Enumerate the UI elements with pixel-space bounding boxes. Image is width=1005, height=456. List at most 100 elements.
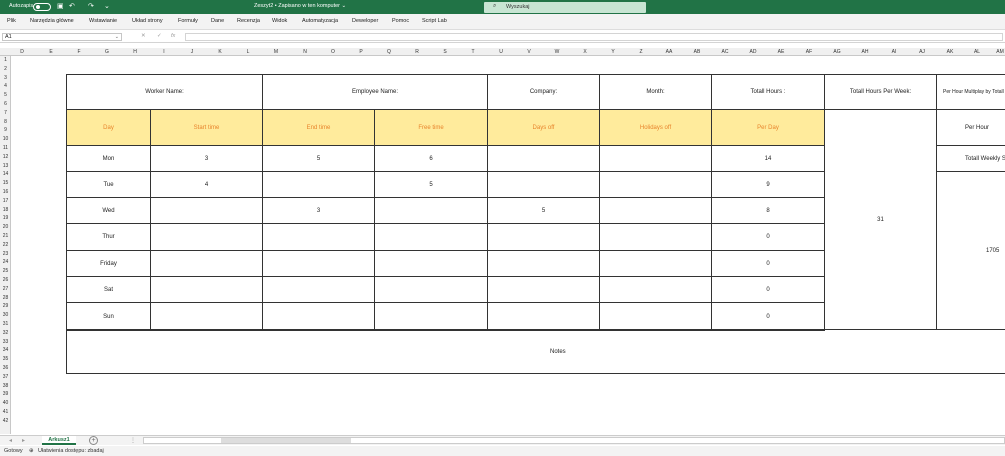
column-header[interactable]: AL <box>974 49 980 55</box>
cell-holidays[interactable] <box>599 197 712 224</box>
row-header[interactable]: 36 <box>0 365 11 371</box>
row-header[interactable]: 40 <box>0 400 11 406</box>
column-header[interactable]: P <box>359 49 362 55</box>
cell-free[interactable] <box>374 302 488 331</box>
cell-days-off[interactable] <box>487 223 600 251</box>
cell-per-day[interactable]: 8 <box>711 197 825 224</box>
menu-page-layout[interactable]: Układ strony <box>132 18 163 24</box>
cell-days-off[interactable] <box>487 145 600 172</box>
scrollbar-thumb[interactable] <box>221 438 351 443</box>
row-header[interactable]: 38 <box>0 383 11 389</box>
column-header[interactable]: U <box>499 49 503 55</box>
menu-view[interactable]: Widok <box>272 18 287 24</box>
cell-end[interactable] <box>262 171 375 198</box>
row-header[interactable]: 20 <box>0 224 11 230</box>
per-hour-multiply-cell[interactable]: Per Hour Multiplay by Totall <box>936 74 1005 110</box>
customize-toolbar-icon[interactable]: ⌄ <box>104 2 110 10</box>
row-header[interactable]: 42 <box>0 418 11 424</box>
save-icon[interactable]: ▣ <box>57 2 64 10</box>
enter-icon[interactable]: ✓ <box>157 33 162 39</box>
total-weekly-cell[interactable]: Totall Weekly S <box>936 145 1005 172</box>
column-header[interactable]: AM <box>996 49 1004 55</box>
cell-day[interactable]: Wed <box>66 197 151 224</box>
cell-end[interactable] <box>262 250 375 277</box>
weekly-sum-cell[interactable]: 1705 <box>936 171 1005 330</box>
menu-data[interactable]: Dane <box>211 18 224 24</box>
column-header[interactable]: AE <box>778 49 785 55</box>
row-header[interactable]: 3 <box>0 75 11 81</box>
row-header[interactable]: 25 <box>0 268 11 274</box>
row-header[interactable]: 35 <box>0 356 11 362</box>
cell-per-day[interactable]: 0 <box>711 250 825 277</box>
row-header[interactable]: 24 <box>0 259 11 265</box>
column-header[interactable]: N <box>303 49 307 55</box>
column-header[interactable]: I <box>163 49 164 55</box>
menu-help[interactable]: Pomoc <box>392 18 409 24</box>
cell-days-off[interactable] <box>487 302 600 331</box>
cell-per-day[interactable]: 9 <box>711 171 825 198</box>
row-header[interactable]: 1 <box>0 57 11 63</box>
column-header[interactable]: R <box>415 49 419 55</box>
cell-days-off[interactable] <box>487 171 600 198</box>
per-hour-cell[interactable]: Per Hour <box>936 109 1005 146</box>
cell-end[interactable] <box>262 276 375 303</box>
cell-free[interactable] <box>374 276 488 303</box>
company-cell[interactable]: Company: <box>487 74 600 110</box>
row-header[interactable]: 9 <box>0 127 11 133</box>
cell-days-off[interactable]: 5 <box>487 197 600 224</box>
row-header[interactable]: 31 <box>0 321 11 327</box>
cell-end[interactable]: 5 <box>262 145 375 172</box>
menu-insert[interactable]: Wstawianie <box>89 18 117 24</box>
cell-end[interactable] <box>262 223 375 251</box>
undo-icon[interactable]: ↶ <box>69 2 75 10</box>
row-header[interactable]: 21 <box>0 233 11 239</box>
menu-automate[interactable]: Automatyzacja <box>302 18 338 24</box>
total-hours-cell[interactable]: Totall Hours : <box>711 74 825 110</box>
row-header[interactable]: 28 <box>0 295 11 301</box>
cell-day[interactable]: Mon <box>66 145 151 172</box>
cell-day[interactable]: Sat <box>66 276 151 303</box>
search-box[interactable]: ⌕ Wyszukaj <box>484 2 646 13</box>
column-header[interactable]: E <box>49 49 52 55</box>
cell-holidays[interactable] <box>599 223 712 251</box>
cell-free[interactable] <box>374 223 488 251</box>
column-header[interactable]: H <box>133 49 137 55</box>
row-header[interactable]: 12 <box>0 154 11 160</box>
row-header[interactable]: 29 <box>0 303 11 309</box>
cell-per-day[interactable]: 14 <box>711 145 825 172</box>
cell-free[interactable]: 6 <box>374 145 488 172</box>
cancel-icon[interactable]: ✕ <box>141 33 146 39</box>
row-header[interactable]: 23 <box>0 251 11 257</box>
column-header[interactable]: S <box>443 49 446 55</box>
col-daysoff-header[interactable]: Days off <box>487 109 600 146</box>
formula-input[interactable] <box>185 33 1003 41</box>
row-header[interactable]: 2 <box>0 66 11 72</box>
column-header[interactable]: M <box>274 49 278 55</box>
scroll-left-icon[interactable]: ◂ <box>9 437 12 444</box>
col-free-header[interactable]: Free time <box>374 109 488 146</box>
row-header[interactable]: 11 <box>0 145 11 151</box>
menu-formulas[interactable]: Formuły <box>178 18 198 24</box>
row-header[interactable]: 39 <box>0 391 11 397</box>
cell-holidays[interactable] <box>599 276 712 303</box>
cell-day[interactable]: Friday <box>66 250 151 277</box>
row-header[interactable]: 33 <box>0 339 11 345</box>
redo-icon[interactable]: ↷ <box>88 2 94 10</box>
cell-end[interactable] <box>262 302 375 331</box>
column-header[interactable]: W <box>555 49 560 55</box>
cell-holidays[interactable] <box>599 145 712 172</box>
add-sheet-icon[interactable]: + <box>89 436 98 445</box>
column-header[interactable]: K <box>218 49 221 55</box>
row-header[interactable]: 37 <box>0 374 11 380</box>
col-day-header[interactable]: Day <box>66 109 151 146</box>
horizontal-scrollbar[interactable] <box>143 437 1005 444</box>
row-header[interactable]: 7 <box>0 110 11 116</box>
column-header[interactable]: AD <box>750 49 757 55</box>
menu-developer[interactable]: Deweloper <box>352 18 378 24</box>
cell-day[interactable]: Thur <box>66 223 151 251</box>
row-header[interactable]: 26 <box>0 277 11 283</box>
accessibility-icon[interactable]: ⊕ <box>29 448 34 454</box>
autosave-toggle[interactable] <box>33 3 51 11</box>
col-holidays-header[interactable]: Holidays off <box>599 109 712 146</box>
cell-per-day[interactable]: 0 <box>711 302 825 331</box>
